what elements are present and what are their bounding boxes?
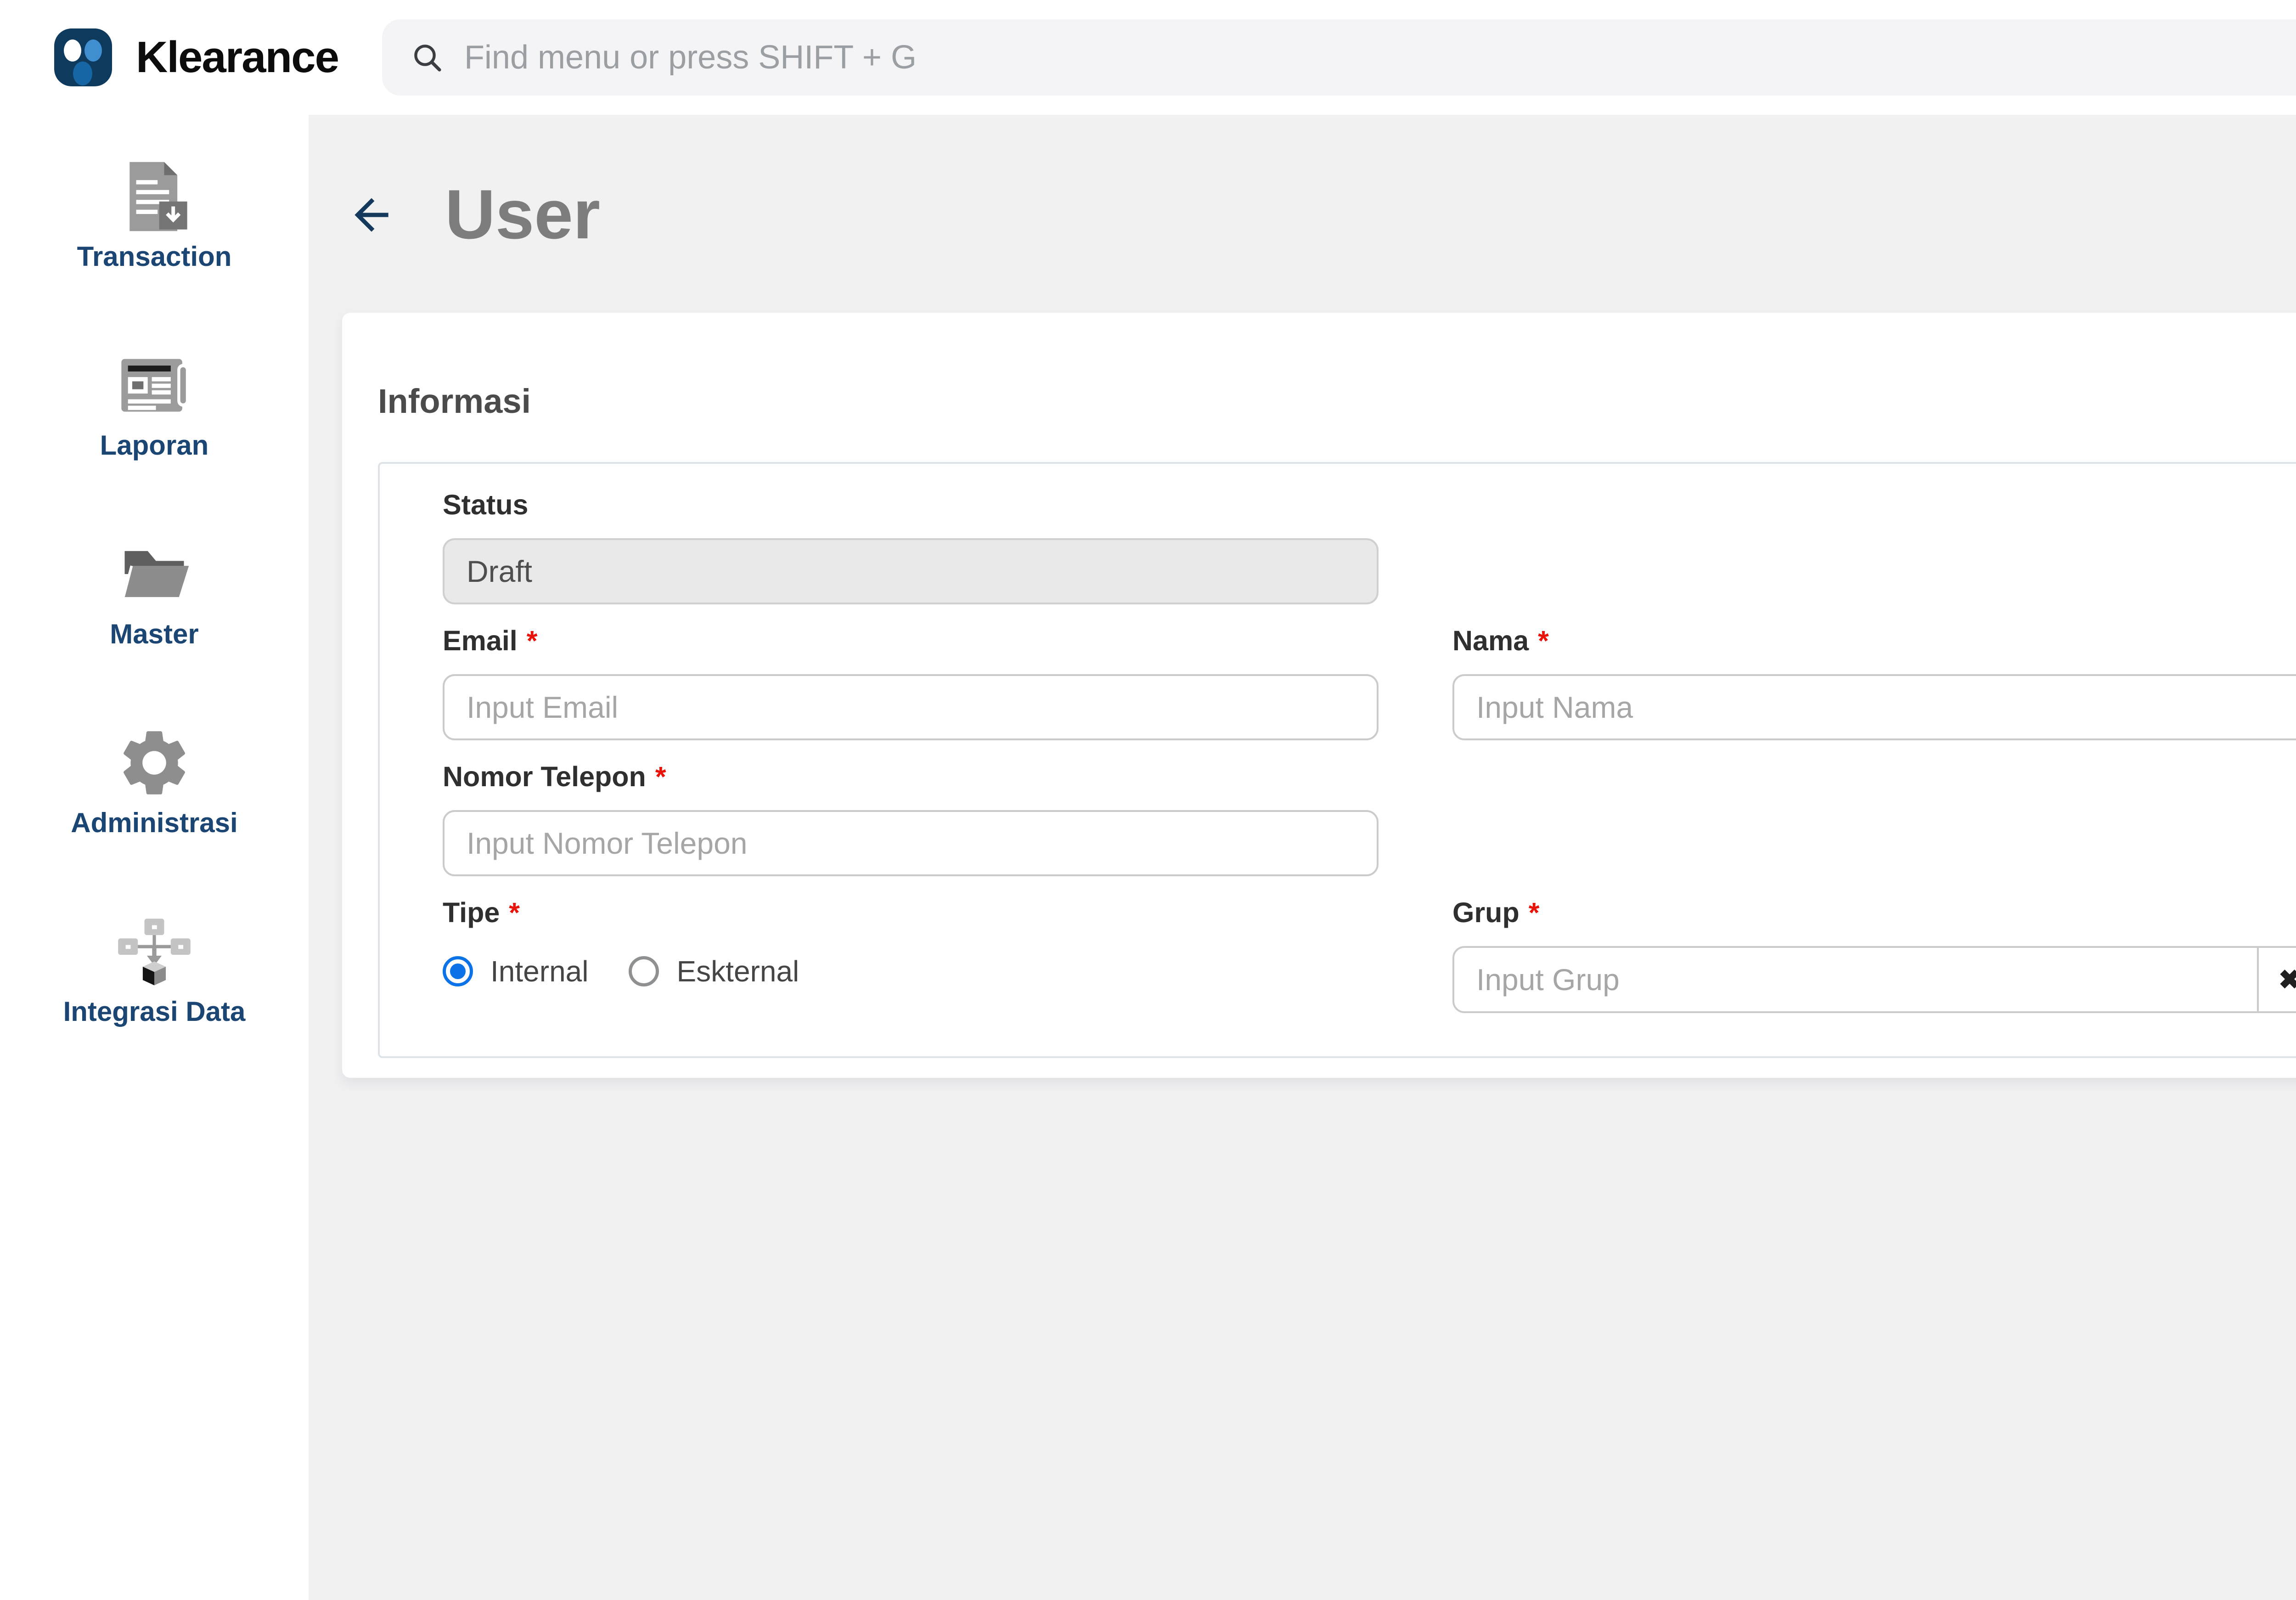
required-asterisk: *: [526, 625, 538, 656]
email-label: Email *: [443, 624, 1379, 658]
grup-label: Grup *: [1452, 896, 2296, 930]
row-tipe-grup: Tipe * Internal Eskternal Grup * Input G…: [443, 896, 2296, 1013]
radio-eskternal[interactable]: [629, 956, 659, 986]
search-input[interactable]: [464, 39, 2296, 76]
sidebar-item-label: Integrasi Data: [63, 996, 246, 1027]
main-content: User Create New Save Informasi Status: [309, 115, 2296, 1600]
grup-clear-button[interactable]: ✖: [2257, 946, 2296, 1013]
sidebar-item-label: Laporan: [100, 430, 209, 461]
transaction-document-icon: [129, 162, 187, 231]
sidebar-item-administrasi[interactable]: Administrasi: [71, 723, 238, 839]
back-button[interactable]: [346, 190, 397, 240]
grup-field[interactable]: [1452, 946, 2259, 1013]
sidebar: Transaction Laporan Master Administrasi …: [0, 115, 309, 1600]
email-field[interactable]: [443, 674, 1379, 740]
arrow-left-icon: [355, 197, 388, 232]
gear-icon: [124, 731, 185, 794]
section-title: Informasi: [378, 382, 531, 420]
radio-internal[interactable]: [443, 956, 473, 986]
row-telepon: Nomor Telepon *: [443, 760, 2296, 876]
required-asterisk: *: [509, 897, 520, 928]
nama-label: Nama *: [1452, 624, 2296, 658]
required-asterisk: *: [1538, 625, 1549, 656]
report-newspaper-icon: [121, 359, 189, 412]
required-asterisk: *: [1528, 897, 1540, 928]
global-search[interactable]: [382, 19, 2296, 96]
folder-icon: [122, 551, 189, 597]
tipe-label: Tipe *: [443, 896, 1379, 930]
informasi-card: Informasi Status Email *: [342, 313, 2296, 1078]
required-asterisk: *: [655, 761, 666, 792]
data-integration-icon: [118, 918, 191, 986]
topbar: Klearance Vendor Testing ? Ichsann: [0, 0, 2296, 115]
nomor-telepon-label: Nomor Telepon *: [443, 760, 1379, 794]
nama-field[interactable]: [1452, 674, 2296, 740]
page-header: User Create New Save: [309, 115, 2296, 255]
page-title: User: [445, 175, 600, 254]
sidebar-item-label: Transaction: [77, 241, 232, 272]
sidebar-item-laporan[interactable]: Laporan: [100, 346, 209, 461]
klearance-logo-icon: [54, 28, 112, 86]
tipe-radio-group: Internal Eskternal: [443, 946, 1379, 997]
form-fieldset: Status Email * Nama *: [378, 462, 2296, 1058]
clear-x-icon: ✖: [2278, 965, 2296, 995]
status-field: [443, 538, 1379, 604]
grup-input-group: ✖: [1452, 946, 2296, 1013]
sidebar-item-integrasi-data[interactable]: Integrasi Data: [63, 912, 246, 1027]
status-label: Status: [443, 489, 529, 520]
brand-name: Klearance: [136, 33, 339, 82]
radio-option-eskternal[interactable]: Eskternal: [629, 954, 799, 988]
row-email-nama: Email * Nama *: [443, 624, 2296, 740]
row-status: Status: [443, 488, 2296, 604]
sidebar-item-master[interactable]: Master: [110, 535, 199, 650]
sidebar-item-transaction[interactable]: Transaction: [77, 157, 232, 272]
brand: Klearance: [54, 28, 339, 86]
radio-option-internal[interactable]: Internal: [443, 954, 588, 988]
nomor-telepon-field[interactable]: [443, 810, 1379, 876]
sidebar-item-label: Administrasi: [71, 807, 238, 838]
search-icon: [414, 45, 441, 72]
sidebar-item-label: Master: [110, 619, 199, 649]
